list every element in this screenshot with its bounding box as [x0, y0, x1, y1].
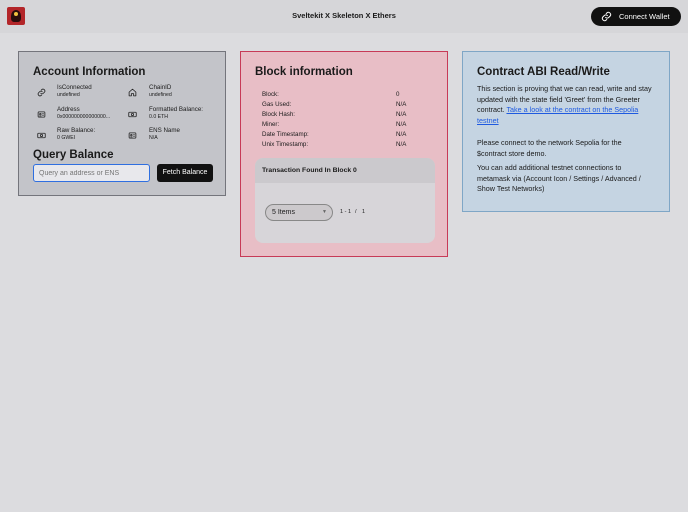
- unix-timestamp-value: N/A: [396, 141, 407, 148]
- is-connected-label: IsConnected: [57, 84, 92, 91]
- block-information-card: Block information Block: 0 Gas Used: N/A…: [240, 51, 448, 257]
- gas-used-value: N/A: [396, 101, 407, 108]
- miner-row: Miner: N/A: [262, 121, 422, 131]
- date-timestamp-value: N/A: [396, 131, 407, 138]
- chain-id-label: ChainID: [149, 84, 172, 91]
- block-hash-row: Block Hash: N/A: [262, 111, 422, 121]
- raw-balance-label: Raw Balance:: [57, 127, 96, 134]
- id-card-icon: [128, 132, 137, 139]
- chain-id-value: undefined: [149, 91, 172, 98]
- gas-used-row: Gas Used: N/A: [262, 101, 422, 111]
- transactions-title: Transaction Found In Block 0: [255, 158, 435, 183]
- id-card-icon: [37, 111, 46, 118]
- chevron-down-icon: ▼: [322, 209, 327, 215]
- contract-abi-card: Contract ABI Read/Write This section is …: [462, 51, 670, 212]
- address-field: Address 0x000000000000000...: [57, 106, 110, 121]
- block-row: Block: 0: [262, 91, 422, 101]
- account-information-card: Account Information IsConnected undefine…: [18, 51, 226, 196]
- chain-id-field: ChainID undefined: [149, 84, 172, 99]
- query-address-input[interactable]: [33, 164, 150, 182]
- page-size-value: 5 Items: [272, 209, 295, 216]
- formatted-balance-field: Formatted Balance: 0.0 ETH: [149, 106, 203, 121]
- link-icon: [601, 11, 612, 22]
- address-value: 0x000000000000000...: [57, 113, 111, 120]
- pagination-separator: /: [355, 209, 357, 215]
- block-hash-value: N/A: [396, 111, 407, 118]
- date-timestamp-row: Date Timestamp: N/A: [262, 131, 422, 141]
- ens-name-value: N/A: [149, 134, 158, 141]
- is-connected-value: undefined: [57, 91, 80, 98]
- transactions-table: Transaction Found In Block 0 5 Items ▼ 1…: [255, 158, 435, 243]
- is-connected-field: IsConnected undefined: [57, 84, 92, 99]
- date-timestamp-label: Date Timestamp:: [262, 131, 309, 138]
- block-hash-label: Block Hash:: [262, 111, 296, 118]
- account-information-title: Account Information: [33, 66, 146, 78]
- query-balance-title: Query Balance: [33, 149, 114, 161]
- top-bar: Sveltekit X Skeleton X Ethers Connect Wa…: [0, 0, 688, 33]
- page-size-select[interactable]: 5 Items ▼: [265, 204, 333, 221]
- formatted-balance-label: Formatted Balance:: [149, 106, 203, 113]
- block-row-value: 0: [396, 91, 400, 98]
- gas-used-label: Gas Used:: [262, 101, 292, 108]
- raw-balance-field: Raw Balance: 0 GWEI: [57, 127, 95, 142]
- connect-wallet-label: Connect Wallet: [619, 12, 670, 21]
- link-icon: [37, 88, 46, 97]
- app-title: Sveltekit X Skeleton X Ethers: [292, 11, 396, 20]
- address-label: Address: [57, 106, 80, 113]
- connect-wallet-button[interactable]: Connect Wallet: [591, 7, 681, 26]
- pagination-total: 1: [362, 209, 366, 215]
- unix-timestamp-row: Unix Timestamp: N/A: [262, 141, 422, 151]
- abi-testnet-text: You can add additional testnet connectio…: [477, 163, 641, 194]
- unix-timestamp-label: Unix Timestamp:: [262, 141, 309, 148]
- raw-balance-value: 0 GWEI: [57, 134, 76, 141]
- miner-label: Miner:: [262, 121, 280, 128]
- abi-network-text: Please connect to the network Sepolia fo…: [477, 138, 622, 158]
- money-icon: [37, 132, 46, 139]
- money-icon: [128, 111, 137, 118]
- block-information-title: Block information: [255, 66, 353, 78]
- miner-value: N/A: [396, 121, 407, 128]
- home-icon: [128, 88, 137, 97]
- abi-intro-text: This section is proving that we can read…: [477, 84, 653, 126]
- ens-name-label: ENS Name: [149, 127, 180, 134]
- ens-name-field: ENS Name N/A: [149, 127, 180, 142]
- contract-abi-title: Contract ABI Read/Write: [477, 66, 610, 78]
- fetch-balance-button[interactable]: Fetch Balance: [157, 164, 213, 182]
- pagination-range: 1 - 1: [340, 209, 352, 215]
- formatted-balance-value: 0.0 ETH: [149, 113, 169, 120]
- block-row-label: Block:: [262, 91, 279, 98]
